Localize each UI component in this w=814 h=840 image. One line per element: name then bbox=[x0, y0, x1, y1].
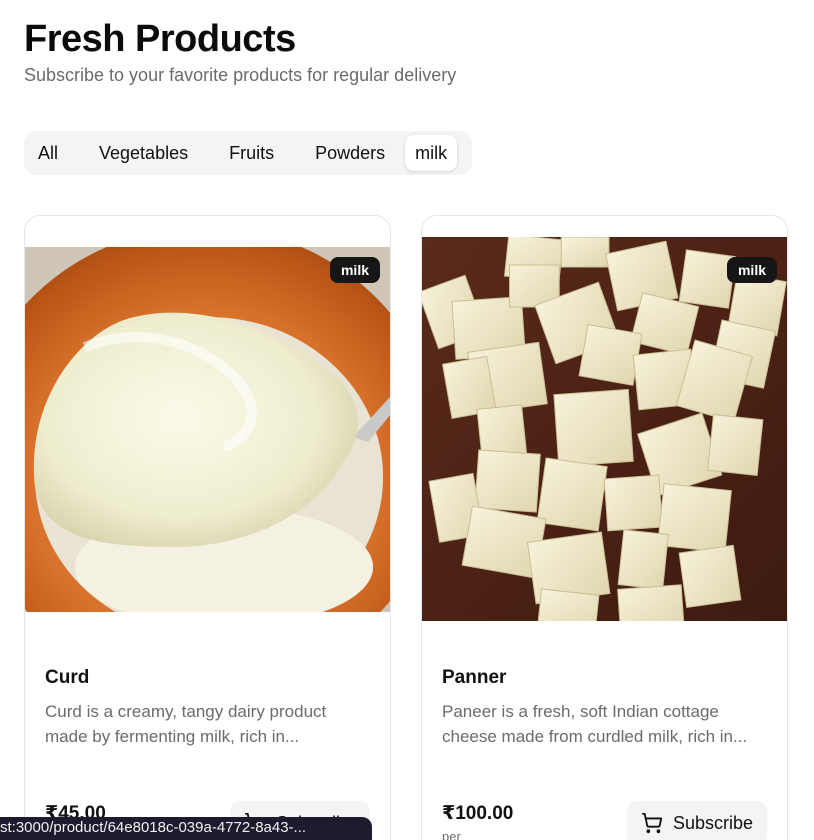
curd-image bbox=[25, 247, 390, 612]
tab-fruits[interactable]: Fruits bbox=[219, 135, 284, 171]
category-tabs: All Vegetables Fruits Powders milk bbox=[24, 131, 472, 175]
page-subtitle: Subscribe to your favorite products for … bbox=[24, 65, 457, 85]
tab-milk[interactable]: milk bbox=[405, 135, 458, 171]
paneer-image bbox=[422, 237, 787, 621]
product-card-curd[interactable]: milk Curd Curd is a creamy, tangy dairy … bbox=[24, 215, 391, 840]
cart-icon bbox=[641, 812, 663, 834]
product-description: Curd is a creamy, tangy dairy product ma… bbox=[45, 702, 327, 746]
tab-vegetables[interactable]: Vegetables bbox=[89, 135, 198, 171]
subscribe-button[interactable]: Subscribe bbox=[626, 801, 767, 840]
product-name: Panner bbox=[442, 667, 507, 688]
link-status-bar: st:3000/product/64e8018c-039a-4772-8a43-… bbox=[0, 817, 372, 840]
product-card-panner[interactable]: milk Panner Paneer is a fresh, soft Indi… bbox=[421, 215, 788, 840]
category-badge: milk bbox=[726, 257, 777, 283]
product-image-panner[interactable] bbox=[422, 237, 787, 621]
product-name: Curd bbox=[45, 667, 90, 688]
product-image-curd[interactable] bbox=[25, 247, 390, 612]
product-price: ₹100.00 bbox=[442, 803, 514, 824]
price-unit: per bbox=[442, 829, 461, 840]
subscribe-label: Subscribe bbox=[672, 812, 753, 833]
tab-all[interactable]: All bbox=[28, 135, 68, 171]
category-badge: milk bbox=[329, 257, 380, 283]
page-title: Fresh Products bbox=[24, 18, 296, 60]
product-description: Paneer is a fresh, soft Indian cottage c… bbox=[442, 702, 748, 746]
tab-powders[interactable]: Powders bbox=[305, 135, 395, 171]
